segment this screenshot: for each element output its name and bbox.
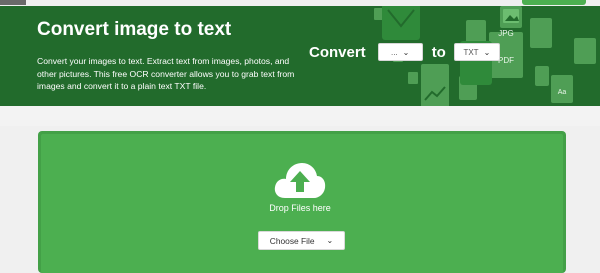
chevron-down-icon: ⌄ [483, 47, 491, 57]
from-format-value: ... [391, 47, 398, 57]
header-button[interactable] [522, 0, 586, 5]
svg-text:JPG: JPG [498, 29, 514, 38]
convert-label: Convert [309, 43, 366, 61]
conversion-selector: Convert ... ⌄ to TXT ⌄ [309, 42, 500, 62]
chevron-down-icon: ⌄ [326, 236, 334, 245]
svg-text:PDF: PDF [498, 56, 514, 65]
hero-banner: JPG PDF Aa Convert image to text Convert… [0, 6, 600, 106]
page-description: Convert your images to text. Extract tex… [37, 56, 295, 92]
chevron-down-icon: ⌄ [402, 47, 410, 57]
page-title: Convert image to text [37, 19, 232, 40]
to-label: to [431, 43, 446, 61]
image-icon [503, 9, 519, 23]
to-format-value: TXT [463, 47, 479, 57]
drop-files-text: Drop Files here [269, 203, 331, 213]
cloud-upload-icon [274, 163, 326, 198]
from-format-select[interactable]: ... ⌄ [377, 43, 423, 61]
svg-text:Aa: Aa [558, 89, 567, 96]
choose-file-label: Choose File [269, 235, 315, 246]
to-format-select[interactable]: TXT ⌄ [453, 43, 500, 61]
logo[interactable] [0, 0, 26, 5]
choose-file-button[interactable]: Choose File ⌄ [258, 231, 345, 250]
spacer [0, 106, 600, 126]
